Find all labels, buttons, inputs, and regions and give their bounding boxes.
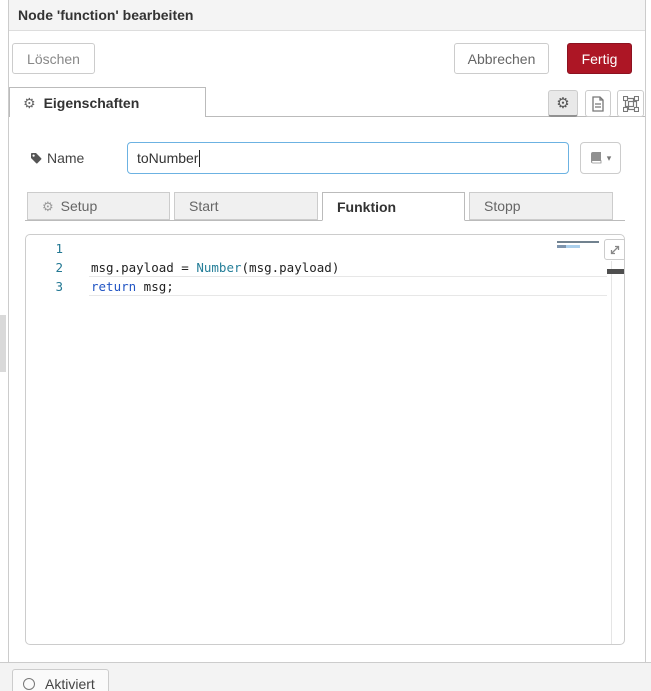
tab-properties[interactable]: ⚙ Eigenschaften: [9, 87, 206, 117]
dialog-header: Node 'function' bearbeiten: [9, 0, 645, 31]
code-lines: 12 msg.payload = Number(msg.payload) 3 retu…: [26, 239, 624, 296]
line-number: 3: [26, 277, 63, 296]
done-button[interactable]: Fertig: [567, 43, 632, 74]
line-number: 2: [26, 258, 63, 277]
expand-editor-button[interactable]: [604, 239, 625, 260]
tag-icon: [29, 151, 43, 165]
gear-icon: ⚙: [556, 96, 569, 111]
chevron-down-icon: ▾: [607, 153, 612, 164]
name-input[interactable]: toNumber: [127, 142, 569, 174]
editor-scrollbar-track[interactable]: [611, 261, 612, 644]
expand-icon: [609, 244, 621, 256]
function-node-edit-dialog: Node 'function' bearbeiten Löschen Abbre…: [0, 0, 651, 691]
selection-group-icon: [623, 96, 639, 112]
minimap-line: [557, 245, 580, 248]
properties-tabbar-border: [205, 116, 645, 117]
gear-icon: ⚙: [23, 96, 36, 110]
node-enabled-toggle[interactable]: Aktiviert: [12, 669, 109, 691]
tab-properties-label: Eigenschaften: [44, 95, 140, 111]
minimap[interactable]: [557, 241, 603, 248]
gear-icon: ⚙: [42, 200, 54, 213]
code-line[interactable]: 2 msg.payload = Number(msg.payload): [26, 258, 624, 277]
tab-start[interactable]: Start: [174, 192, 318, 220]
minimap-line: [557, 241, 599, 243]
dialog-right-border: [645, 0, 646, 662]
name-lookup-button[interactable]: ▾: [580, 142, 621, 174]
node-appearance-button[interactable]: [617, 90, 644, 117]
cancel-button[interactable]: Abbrechen: [454, 43, 549, 74]
edit-properties-button[interactable]: ⚙: [548, 90, 578, 117]
line-number: 1: [26, 239, 63, 258]
name-label: Name: [47, 150, 84, 166]
circle-icon: [23, 678, 35, 690]
tab-stopp[interactable]: Stopp: [469, 192, 613, 220]
code-editor[interactable]: 12 msg.payload = Number(msg.payload) 3 retu…: [25, 234, 625, 645]
code-line[interactable]: 1: [26, 239, 624, 258]
dialog-title: Node 'function' bearbeiten: [18, 7, 193, 23]
code-line[interactable]: 3 return msg;: [26, 277, 624, 296]
code-text: return msg;: [91, 277, 174, 296]
editor-scroll-marker: [607, 269, 625, 274]
dialog-footer: Aktiviert: [0, 662, 651, 691]
tab-setup[interactable]: ⚙ Setup: [27, 192, 170, 220]
name-input-value: toNumber: [137, 150, 198, 166]
text-cursor: [199, 150, 200, 167]
book-icon: [590, 151, 603, 165]
page-scrollbar-thumb[interactable]: [0, 315, 6, 372]
enabled-label: Aktiviert: [45, 676, 95, 691]
tab-funktion[interactable]: Funktion: [322, 192, 465, 221]
document-icon: [591, 96, 605, 112]
node-description-button[interactable]: [585, 90, 611, 117]
delete-button[interactable]: Löschen: [12, 43, 95, 74]
code-text: msg.payload = Number(msg.payload): [91, 258, 339, 277]
